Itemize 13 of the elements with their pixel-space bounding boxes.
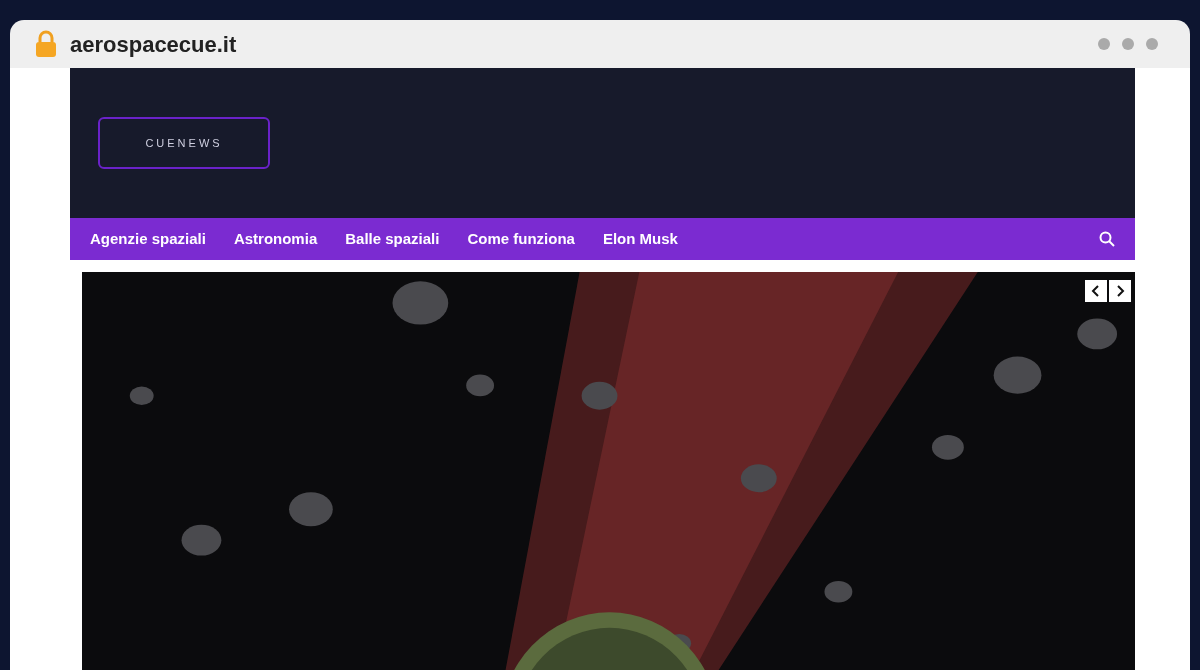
nav-link[interactable]: Balle spaziali (345, 227, 440, 251)
url-text[interactable]: aerospacecue.it (70, 27, 237, 61)
chevron-left-icon (1091, 285, 1101, 297)
next-button[interactable] (1109, 280, 1131, 302)
nav-link[interactable]: Astronomia (233, 227, 318, 251)
previous-button[interactable] (1085, 280, 1107, 302)
nav-link[interactable]: Elon Musk (602, 227, 678, 251)
nav-link[interactable]: Come funziona (467, 227, 575, 251)
lock-icon (34, 30, 58, 58)
chevron-right-icon (1115, 285, 1125, 297)
logo[interactable]: CUENEWS (98, 117, 270, 169)
search-icon[interactable] (1099, 231, 1115, 247)
nav-link[interactable]: Agenzie spaziali (90, 227, 206, 251)
